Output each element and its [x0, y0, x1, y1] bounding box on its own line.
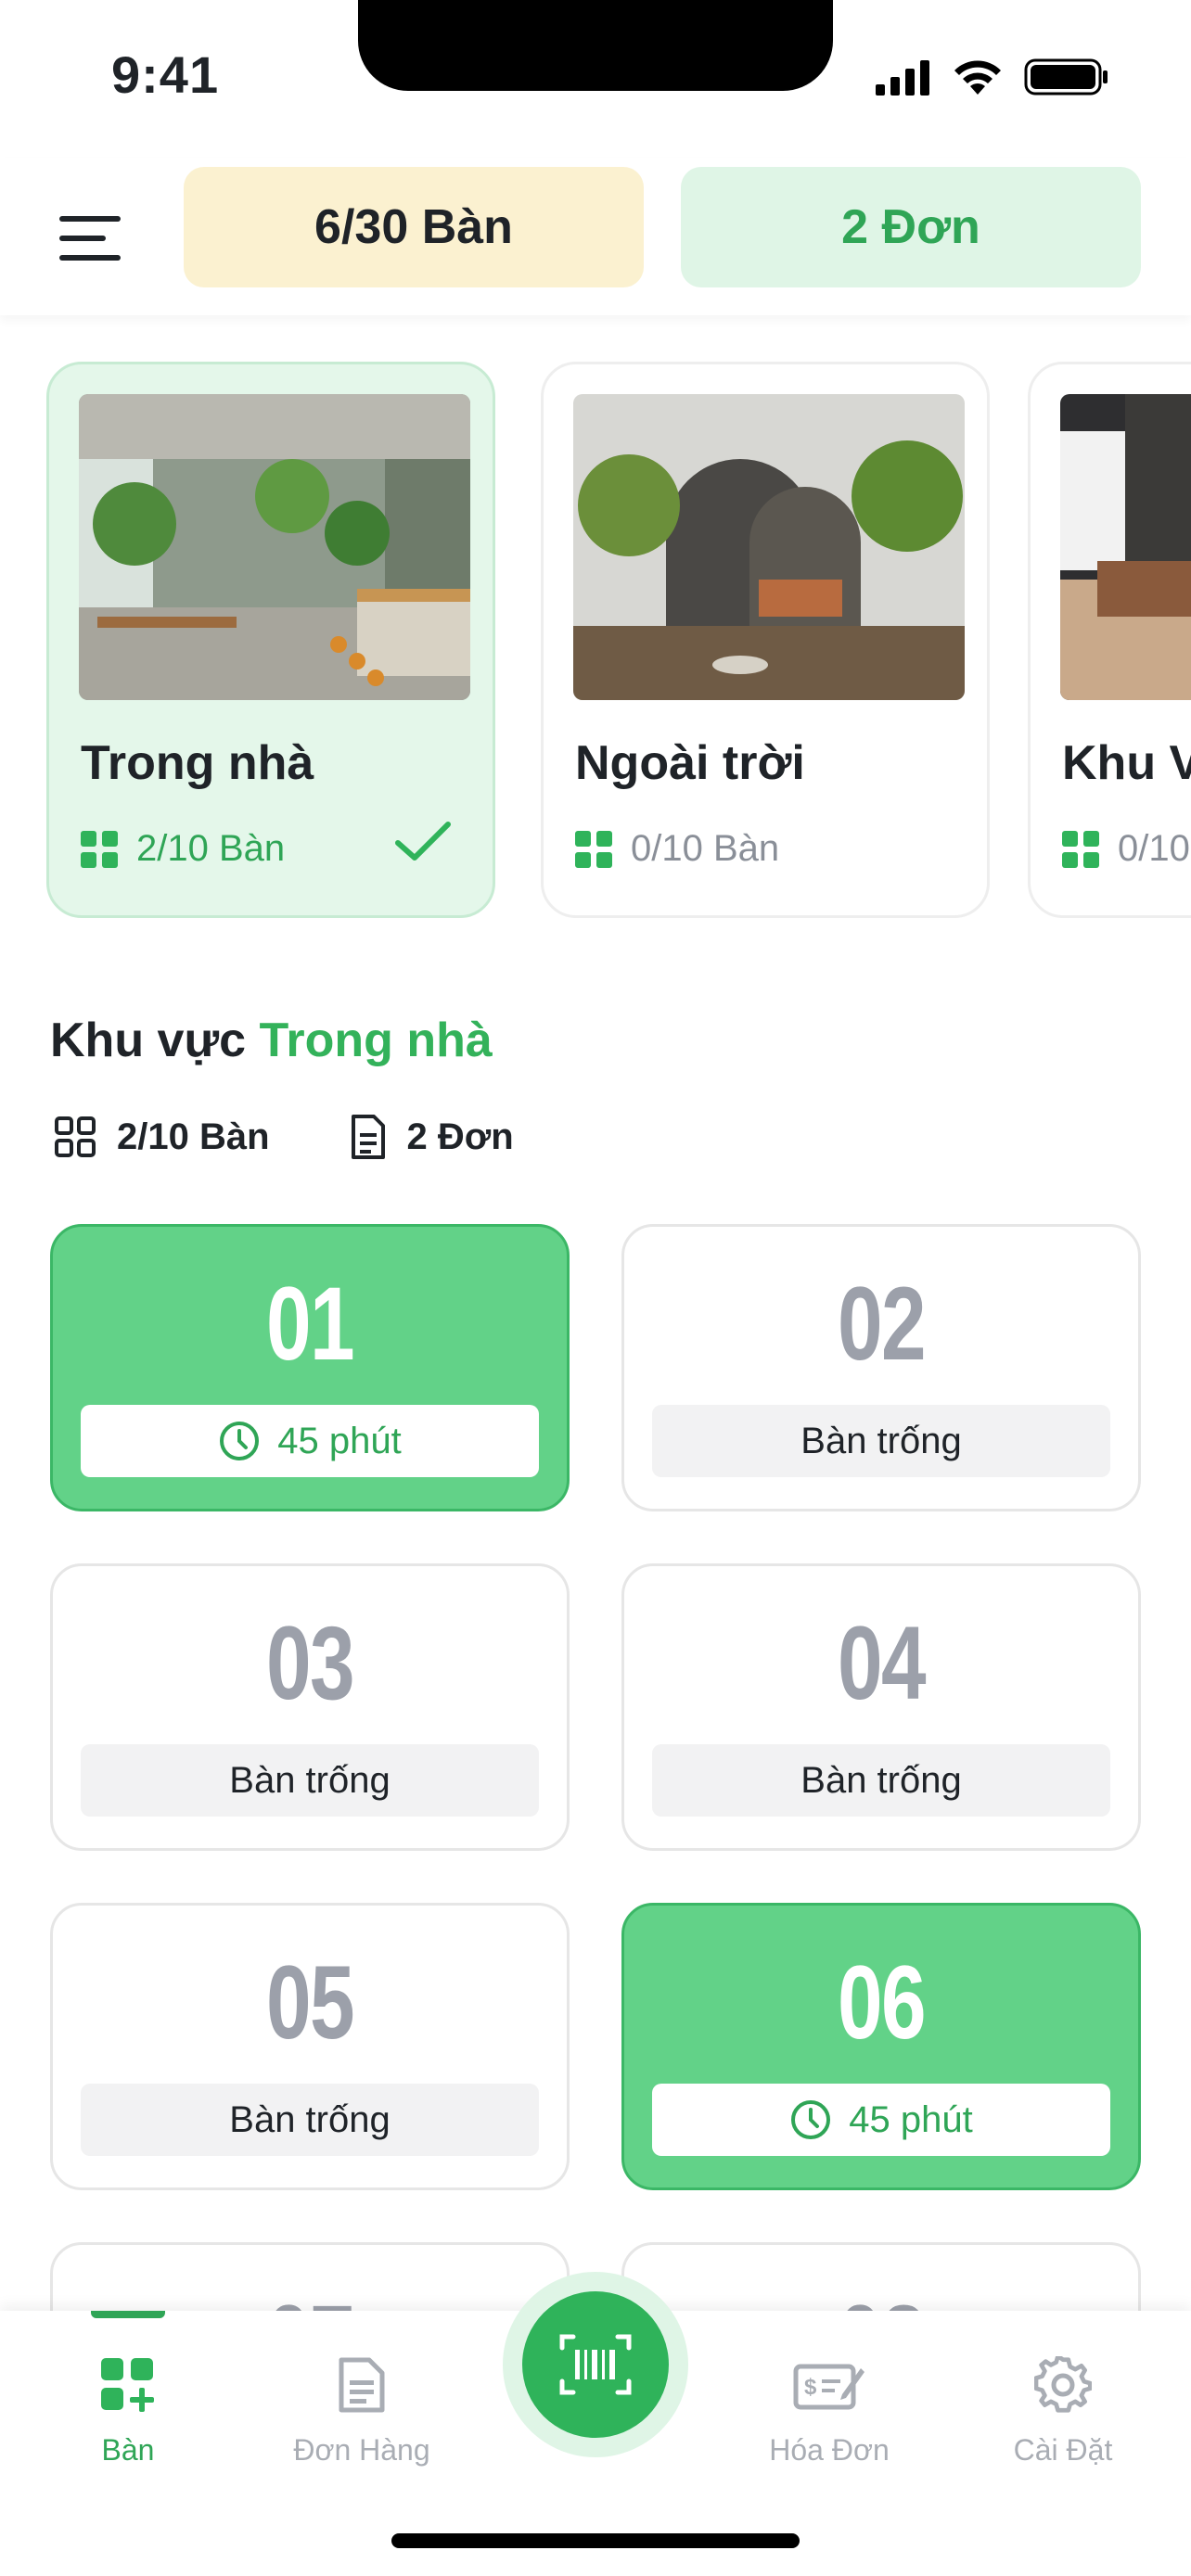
barcode-scan-icon — [559, 2334, 632, 2395]
table-status-text: Bàn trống — [800, 1420, 962, 1461]
table-number: 04 — [837, 1605, 927, 1721]
device-notch — [358, 0, 833, 91]
table-status: 45 phút — [652, 2084, 1110, 2156]
area-count-text: 0/10 — [1118, 828, 1190, 869]
clock-icon — [220, 1422, 260, 1460]
area-table-count: 0/10 Bàn — [575, 828, 779, 870]
table-card-07[interactable]: 07 — [50, 2242, 570, 2318]
grid-outline-icon — [55, 1116, 96, 1157]
table-status-text: 45 phút — [849, 2098, 973, 2140]
area-count-text: 0/10 Bàn — [631, 828, 780, 869]
table-status-text: 45 phút — [277, 1420, 402, 1461]
cellular-signal-icon — [876, 60, 929, 96]
order-icon — [339, 2357, 385, 2413]
area-table-count: 2/10 Bàn — [81, 828, 285, 870]
table-status: Bàn trống — [652, 1405, 1110, 1477]
nav-tab-invoices[interactable]: $ Hóa Đơn — [736, 2348, 922, 2468]
wifi-icon — [954, 60, 1001, 95]
status-time: 9:41 — [111, 45, 220, 104]
grid-icon — [1062, 830, 1099, 868]
table-status: Bàn trống — [81, 1744, 539, 1817]
section-title: Khu vực Trong nhà — [50, 1013, 493, 1068]
top-header: 6/30 Bàn 2 Đơn — [0, 158, 1191, 315]
checkmark-icon — [395, 822, 451, 861]
area-photo-outdoor — [573, 394, 965, 700]
area-carousel[interactable]: Trong nhà 2/10 Bàn Ngoài trời 0/10 Bàn K… — [0, 357, 1191, 923]
invoice-icon: $ — [793, 2364, 864, 2410]
table-status-text: Bàn trống — [229, 2098, 391, 2140]
hamburger-menu-icon — [59, 216, 121, 261]
section-stats: 2/10 Bàn 2 Đơn — [54, 1113, 594, 1161]
area-photo-indoor — [79, 394, 470, 700]
orders-stat-text: 2 Đơn — [406, 1116, 514, 1157]
nav-tab-settings[interactable]: Cài Đặt — [970, 2348, 1156, 2468]
section-area-name: Trong nhà — [259, 1014, 493, 1067]
area-card-outdoor[interactable]: Ngoài trời 0/10 Bàn — [541, 362, 990, 918]
table-number: 01 — [265, 1266, 355, 1382]
gear-icon — [1034, 2356, 1092, 2413]
document-icon — [351, 1115, 385, 1159]
tables-summary-pill[interactable]: 6/30 Bàn — [184, 167, 644, 287]
menu-button[interactable] — [48, 197, 132, 280]
table-card-04[interactable]: 04 Bàn trống — [621, 1563, 1141, 1851]
tables-stat: 2/10 Bàn — [54, 1116, 270, 1158]
area-count-text: 2/10 Bàn — [136, 828, 286, 869]
table-card-06[interactable]: 06 45 phút — [621, 1903, 1141, 2190]
status-icons — [876, 57, 1109, 96]
area-name: Khu V — [1062, 736, 1191, 790]
table-card-03[interactable]: 03 Bàn trống — [50, 1563, 570, 1851]
area-card-third[interactable]: Khu V 0/10 — [1028, 362, 1191, 918]
nav-label: Hóa Đơn — [769, 2433, 890, 2467]
table-number: 05 — [265, 1945, 355, 2060]
battery-icon — [1024, 58, 1108, 96]
area-name: Trong nhà — [81, 736, 314, 790]
grid-icon — [81, 830, 118, 868]
table-status-text: Bàn trống — [800, 1759, 962, 1801]
table-card-05[interactable]: 05 Bàn trống — [50, 1903, 570, 2190]
table-status: 45 phút — [81, 1405, 539, 1477]
table-number: 02 — [837, 1266, 927, 1382]
nav-label: Cài Đặt — [1013, 2433, 1113, 2467]
table-card-02[interactable]: 02 Bàn trống — [621, 1224, 1141, 1511]
grid-icon — [575, 830, 612, 868]
table-card-01[interactable]: 01 45 phút — [50, 1224, 570, 1511]
active-tab-indicator — [91, 2311, 165, 2318]
nav-label: Bàn — [101, 2433, 155, 2467]
nav-tab-tables[interactable]: Bàn — [35, 2348, 221, 2468]
table-grid: 01 45 phút 02 Bàn trống 03 Bàn trống 04 … — [50, 1224, 1141, 2318]
clock-icon — [791, 2100, 831, 2139]
section-title-prefix: Khu vực — [50, 1014, 247, 1067]
nav-label: Đơn Hàng — [293, 2433, 430, 2467]
area-name: Ngoài trời — [575, 736, 805, 790]
orders-stat: 2 Đơn — [350, 1113, 514, 1161]
table-status-text: Bàn trống — [229, 1759, 391, 1801]
area-photo-third — [1060, 394, 1191, 700]
table-number: 06 — [837, 1945, 927, 2060]
scan-button-halo — [503, 2272, 688, 2457]
table-number: 03 — [265, 1605, 355, 1721]
nav-tab-orders[interactable]: Đơn Hàng — [269, 2348, 455, 2468]
area-table-count: 0/10 — [1062, 828, 1190, 870]
scan-button[interactable] — [522, 2291, 669, 2438]
area-card-indoor[interactable]: Trong nhà 2/10 Bàn — [46, 362, 495, 918]
orders-summary-pill[interactable]: 2 Đơn — [681, 167, 1141, 287]
table-status: Bàn trống — [81, 2084, 539, 2156]
svg-text:$: $ — [804, 2375, 817, 2400]
tables-stat-text: 2/10 Bàn — [117, 1116, 270, 1157]
home-indicator — [391, 2533, 800, 2548]
table-status: Bàn trống — [652, 1744, 1110, 1817]
status-bar: 9:41 — [0, 0, 1191, 158]
table-add-icon — [101, 2358, 154, 2412]
table-card-08[interactable]: 08 — [621, 2242, 1141, 2318]
